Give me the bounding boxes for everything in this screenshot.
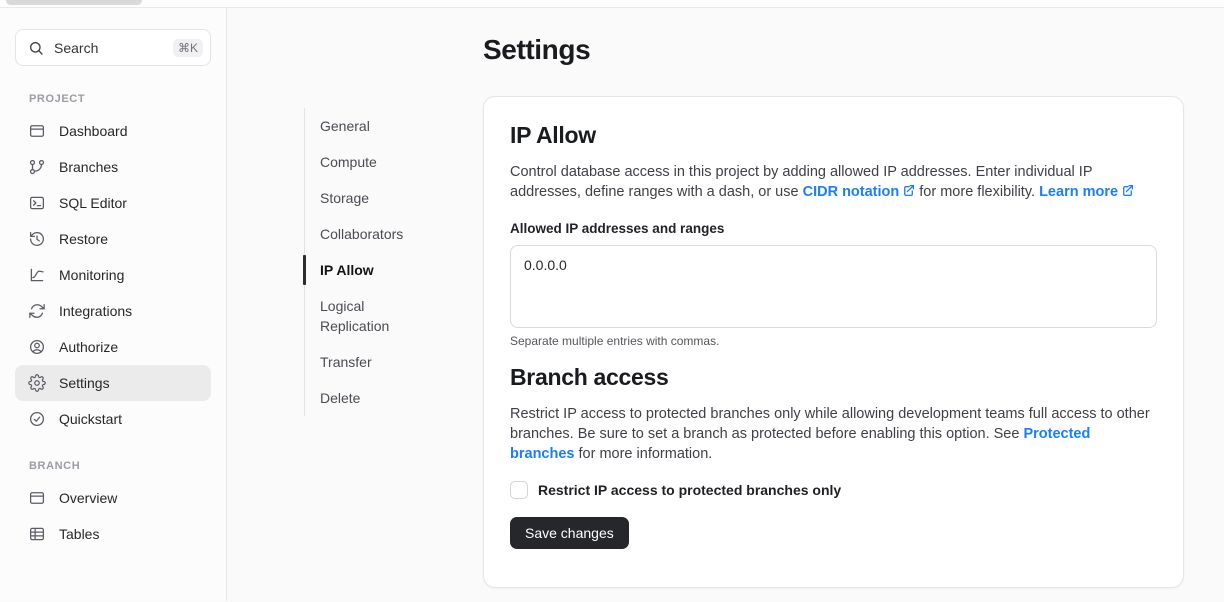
sidebar-section-branch: BRANCH <box>29 460 211 472</box>
restrict-ip-checkbox-label: Restrict IP access to protected branches… <box>538 482 841 498</box>
sidebar: Search ⌘K PROJECT Dashboard Branches SQL… <box>0 8 227 601</box>
sidebar-item-integrations[interactable]: Integrations <box>15 293 211 329</box>
restrict-ip-checkbox[interactable] <box>510 481 528 499</box>
sidebar-item-label: Tables <box>59 526 99 542</box>
main-content: Settings General Compute Storage Collabo… <box>227 8 1224 601</box>
sidebar-item-label: Integrations <box>59 303 132 319</box>
learn-more-link[interactable]: Learn more <box>1039 184 1118 200</box>
git-branch-icon <box>28 158 46 176</box>
sidebar-item-label: Settings <box>59 375 110 391</box>
search-icon <box>28 40 44 56</box>
branch-access-description: Restrict IP access to protected branches… <box>510 404 1156 464</box>
settings-nav-delete[interactable]: Delete <box>305 380 416 416</box>
chart-icon <box>28 266 46 284</box>
sidebar-item-label: Branches <box>59 159 118 175</box>
sidebar-item-label: Overview <box>59 490 117 506</box>
allowed-ips-label: Allowed IP addresses and ranges <box>510 221 1157 236</box>
sql-editor-icon <box>28 194 46 212</box>
branch-access-heading: Branch access <box>510 364 1157 391</box>
ip-allow-heading: IP Allow <box>510 122 1157 149</box>
browser-chrome-remnant <box>0 0 1224 8</box>
sidebar-item-quickstart[interactable]: Quickstart <box>15 401 211 437</box>
sidebar-section-project: PROJECT <box>29 93 211 105</box>
restrict-ip-checkbox-row[interactable]: Restrict IP access to protected branches… <box>510 481 1157 499</box>
page-title: Settings <box>483 34 590 66</box>
sidebar-item-restore[interactable]: Restore <box>15 221 211 257</box>
window-icon <box>28 122 46 140</box>
search-input[interactable]: Search ⌘K <box>15 29 211 66</box>
sidebar-item-label: Dashboard <box>59 123 128 139</box>
sidebar-item-label: Restore <box>59 231 108 247</box>
gear-icon <box>28 374 46 392</box>
sidebar-item-dashboard[interactable]: Dashboard <box>15 113 211 149</box>
settings-nav-general[interactable]: General <box>305 108 416 144</box>
table-icon <box>28 525 46 543</box>
sidebar-item-settings[interactable]: Settings <box>15 365 211 401</box>
settings-subnav: General Compute Storage Collaborators IP… <box>304 108 416 416</box>
sidebar-item-label: Monitoring <box>59 267 124 283</box>
sidebar-item-label: SQL Editor <box>59 195 127 211</box>
sidebar-item-label: Quickstart <box>59 411 122 427</box>
settings-nav-compute[interactable]: Compute <box>305 144 416 180</box>
external-link-icon <box>902 184 915 197</box>
sidebar-item-branches[interactable]: Branches <box>15 149 211 185</box>
ip-allow-desc-text-2: for more flexibility. <box>915 184 1039 200</box>
save-changes-button[interactable]: Save changes <box>510 517 629 549</box>
settings-nav-collaborators[interactable]: Collaborators <box>305 216 416 252</box>
window-icon <box>28 489 46 507</box>
settings-nav-transfer[interactable]: Transfer <box>305 344 416 380</box>
sidebar-item-sql-editor[interactable]: SQL Editor <box>15 185 211 221</box>
app-window: Search ⌘K PROJECT Dashboard Branches SQL… <box>0 8 1224 601</box>
sidebar-item-authorize[interactable]: Authorize <box>15 329 211 365</box>
allowed-ips-textarea[interactable]: 0.0.0.0 <box>510 245 1157 328</box>
ip-allow-description: Control database access in this project … <box>510 162 1156 202</box>
sidebar-item-overview[interactable]: Overview <box>15 480 211 516</box>
integrations-icon <box>28 302 46 320</box>
sidebar-item-tables[interactable]: Tables <box>15 516 211 552</box>
sidebar-item-monitoring[interactable]: Monitoring <box>15 257 211 293</box>
settings-nav-storage[interactable]: Storage <box>305 180 416 216</box>
settings-nav-logical-replication[interactable]: Logical Replication <box>305 288 416 344</box>
browser-tab-remnant <box>6 0 142 5</box>
check-circle-icon <box>28 410 46 428</box>
user-circle-icon <box>28 338 46 356</box>
cidr-notation-link[interactable]: CIDR notation <box>803 184 900 200</box>
history-icon <box>28 230 46 248</box>
external-link-icon <box>1121 184 1134 197</box>
settings-nav-ip-allow[interactable]: IP Allow <box>305 252 416 288</box>
ip-allow-card: IP Allow Control database access in this… <box>483 96 1184 588</box>
branch-access-desc-text-2: for more information. <box>574 446 712 462</box>
sidebar-item-label: Authorize <box>59 339 118 355</box>
search-shortcut-badge: ⌘K <box>173 39 203 57</box>
search-placeholder: Search <box>54 40 98 56</box>
allowed-ips-hint: Separate multiple entries with commas. <box>510 334 1157 348</box>
